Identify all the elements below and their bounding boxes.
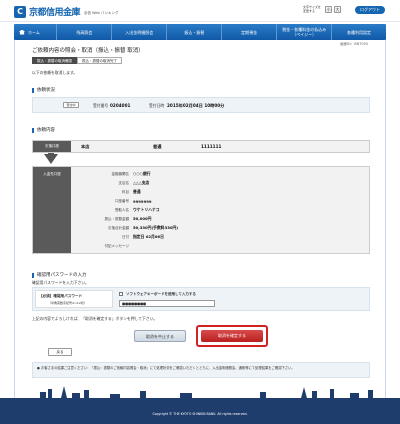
software-keyboard-checkbox[interactable] — [119, 292, 123, 296]
step-confirm: 振込・振替の取消確認 — [32, 57, 77, 64]
password-input[interactable]: ●●●●●●●● — [119, 300, 215, 307]
site-header: C 京都信用金庫 京信 Web バンキング 文字サイズを 変更する 小 大 ログ… — [0, 0, 400, 22]
arrow-down-icon — [44, 154, 58, 164]
detail-row: 口座番号 9999999 — [73, 197, 363, 205]
logout-button[interactable]: ログアウト — [355, 6, 385, 14]
password-box: 【必須】確認用パスワード （半角英数字記号4〜12桁） ソフトウェアキーボードを… — [32, 287, 370, 311]
notice-box: ● お客さまの結果ご注意ください：「振込・振替のご依頼内容照会・取消」にて処理状… — [32, 362, 370, 378]
from-account-box: 引落口座 本店 普通 1111111 — [32, 140, 370, 153]
detail-row-label: 振込・振替金額 — [104, 216, 130, 221]
confirm-instruction: 上記の内容でよろしければ、「取消を確定する」ボタンを押して下さい。 — [32, 316, 158, 321]
receipt-no: 0204001 — [110, 102, 131, 108]
password-heading: 確認用パスワードの入力 — [32, 273, 87, 278]
confirm-button[interactable]: 取消を確定する — [201, 330, 263, 342]
detail-row-value: △△△支店 — [133, 180, 150, 185]
screen-id: 画面ID：BNT050 — [340, 42, 369, 46]
password-field-hint: （半角英数字記号4〜12桁） — [48, 301, 87, 305]
detail-row: 受取人名 ウケトリハナコ — [73, 206, 363, 214]
detail-row-value: 50,000円 — [133, 216, 152, 221]
detail-row-value: ○○○銀行 — [133, 171, 151, 176]
to-account-label: 入金先口座 — [33, 167, 71, 253]
detail-row-label: 受取人名 — [115, 207, 129, 212]
password-description: 確認用パスワードを入力下さい。 — [32, 280, 89, 285]
font-size-label: 文字サイズを 変更する — [303, 5, 321, 13]
back-button[interactable]: 戻る — [48, 348, 72, 356]
nav-time-deposit[interactable]: 定期預金 — [222, 24, 278, 40]
detail-row-value: 9999999 — [133, 198, 152, 204]
detail-row: 付記メッセージ — [73, 242, 363, 250]
request-status-panel: 受付中 受付番号 0204001 受付日時 2015年02月04日 10時00分 — [32, 97, 370, 113]
password-field-label: 【必須】確認用パスワード — [39, 294, 83, 298]
detail-row-label: 引落合計金額 — [108, 225, 129, 230]
logo-mark-icon: C — [14, 5, 26, 18]
nav-balance[interactable]: 残高照会 — [57, 24, 113, 40]
status-badge: 受付中 — [63, 102, 79, 108]
detail-row-value: 50,330円(手数料330円) — [133, 225, 179, 230]
global-nav: ホーム 残高照会 入出金明細照会 振込・振替 定期預金 税金・各種料金の払込み（… — [14, 24, 386, 40]
detail-row-label: 科目 — [122, 189, 129, 194]
nav-settings[interactable]: 各種利用設定 — [332, 24, 386, 40]
detail-row: 振込・振替金額 50,000円 — [73, 215, 363, 223]
detail-row: 科目 普通 — [73, 188, 363, 196]
detail-row-value: 普通 — [133, 189, 141, 194]
to-account-box: 入金先口座 金融機関名 ○○○銀行 支店名 △△△支店 科目 普通 口座番号 9999999 受… — [32, 166, 370, 254]
font-large-button[interactable]: 大 — [334, 6, 341, 13]
detail-row-value: 指定日 02月06日 — [133, 234, 164, 239]
detail-row-label: 日付 — [122, 234, 129, 239]
home-icon — [19, 29, 25, 35]
copyright: Copyright © THE KYOTO SHINKIN BANK. All … — [152, 412, 248, 416]
cancel-button[interactable]: 取消を中止する — [134, 330, 186, 342]
font-size-label-line2: 変更する — [303, 9, 316, 13]
font-small-button[interactable]: 小 — [325, 6, 332, 13]
password-label-area: 【必須】確認用パスワード （半角英数字記号4〜12桁） — [35, 290, 113, 308]
detail-row-label: 付記メッセージ — [104, 243, 129, 248]
nav-statement[interactable]: 入出金明細照会 — [112, 24, 168, 40]
progress-steps: 振込・振替の取消確認 振込・振替の取消完了 — [32, 57, 122, 64]
software-keyboard-label: ソフトウェアキーボードを使用して入力する — [126, 292, 196, 296]
detail-row: 日付 指定日 02月06日 — [73, 233, 363, 241]
nav-transfer[interactable]: 振込・振替 — [167, 24, 223, 40]
logo-subtitle: 京信 Web バンキング — [84, 10, 119, 15]
bank-logo[interactable]: C 京都信用金庫 京信 Web バンキング — [14, 5, 118, 18]
detail-row-label: 金融機関名 — [111, 171, 130, 176]
nav-payeasy[interactable]: 税金・各種料金の払込み（ペイジー） — [277, 24, 333, 40]
detail-row-label: 支店名 — [118, 180, 130, 185]
request-status-heading: 依頼状況 — [32, 88, 55, 93]
detail-row: 支店名 △△△支店 — [73, 179, 363, 187]
logo-text: 京都信用金庫 — [29, 8, 81, 18]
receipt-datetime: 2015年02月04日 10時00分 — [167, 102, 225, 108]
confirm-button-highlight: 取消を確定する — [196, 325, 268, 347]
detail-row: 金融機関名 ○○○銀行 — [73, 170, 363, 178]
from-account-label: 引落口座 — [33, 141, 71, 152]
detail-row: 引落合計金額 50,330円(手数料330円) — [73, 224, 363, 232]
step-complete: 振込・振替の取消完了 — [77, 57, 122, 64]
detail-row-label: 口座番号 — [115, 198, 129, 203]
request-content-heading: 依頼内容 — [32, 128, 55, 133]
receipt-no-label: 受付番号 — [93, 103, 109, 108]
instruction-text: 以下の依頼を取消します。 — [32, 70, 78, 75]
nav-home[interactable]: ホーム — [14, 24, 58, 40]
page-title: ご依頼内容の照会・取消（振込・振替 取消） — [32, 48, 144, 54]
from-account-number: 1111111 — [201, 144, 222, 149]
receipt-datetime-label: 受付日時 — [149, 103, 165, 108]
nav-home-label: ホーム — [28, 29, 40, 35]
detail-row-value: ウケトリハナコ — [133, 207, 160, 212]
from-type: 普通 — [153, 144, 162, 149]
from-branch: 本店 — [81, 144, 90, 149]
